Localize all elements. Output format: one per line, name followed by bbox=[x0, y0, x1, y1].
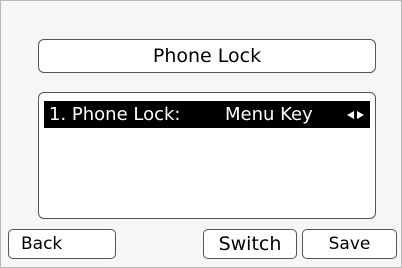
list-item-phone-lock[interactable]: 1. Phone Lock: Menu Key bbox=[44, 101, 370, 128]
phone-screen: Phone Lock 1. Phone Lock: Menu Key Back … bbox=[0, 0, 402, 268]
back-button[interactable]: Back bbox=[8, 229, 116, 259]
save-button[interactable]: Save bbox=[302, 229, 397, 259]
switch-button[interactable]: Switch bbox=[203, 229, 297, 259]
left-right-arrows-icon[interactable] bbox=[346, 101, 365, 128]
list-item-label: 1. Phone Lock: bbox=[49, 104, 181, 125]
back-button-label: Back bbox=[21, 234, 63, 254]
right-arrow-icon bbox=[357, 110, 364, 119]
switch-button-label: Switch bbox=[218, 233, 282, 255]
left-arrow-icon bbox=[347, 110, 354, 119]
settings-list: 1. Phone Lock: Menu Key bbox=[38, 92, 376, 219]
list-item-value: Menu Key bbox=[225, 104, 313, 125]
page-title-box: Phone Lock bbox=[38, 39, 376, 73]
save-button-label: Save bbox=[328, 234, 371, 254]
page-title: Phone Lock bbox=[152, 45, 262, 67]
